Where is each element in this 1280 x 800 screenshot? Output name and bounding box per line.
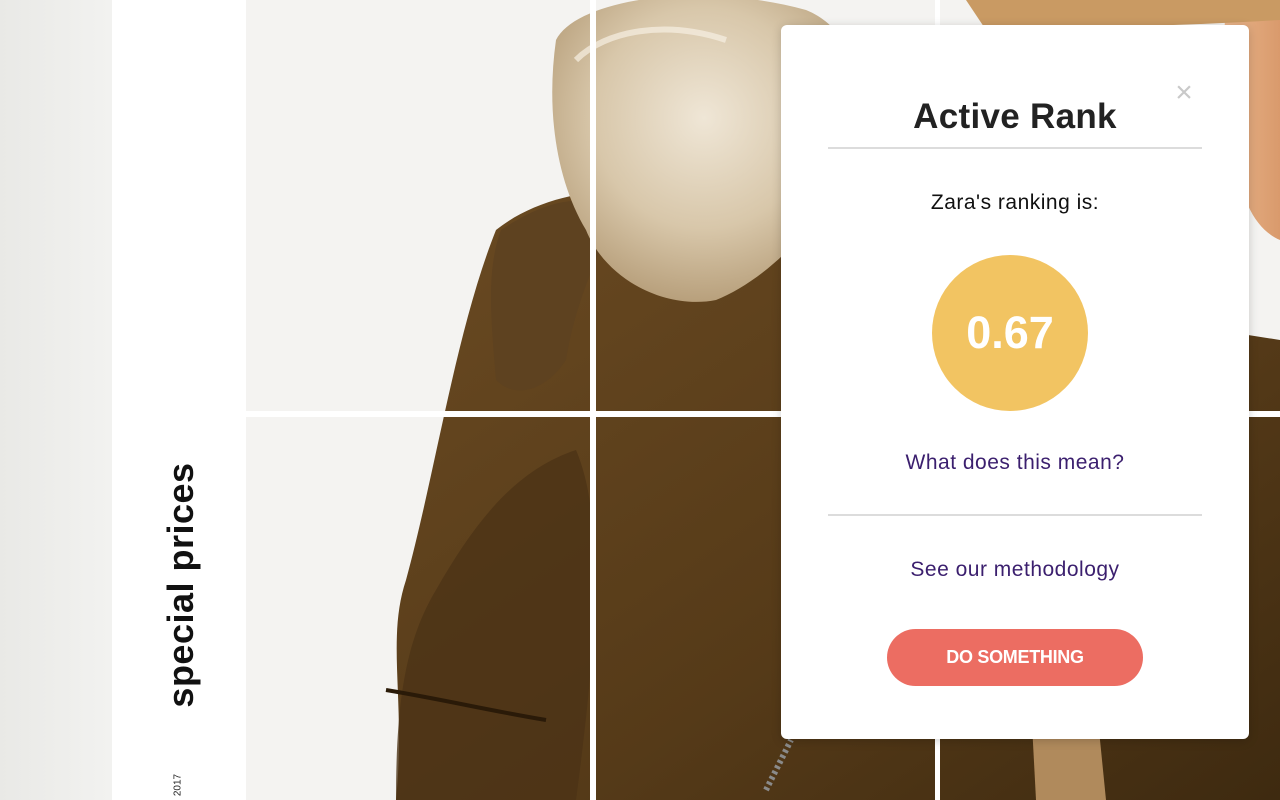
score-badge: 0.67 bbox=[932, 255, 1088, 411]
screen: special prices 2017 Active Rank × Zara's… bbox=[0, 0, 1280, 800]
close-icon[interactable]: × bbox=[1169, 78, 1199, 108]
side-banner-text: special prices bbox=[160, 462, 201, 708]
active-rank-popup: Active Rank × Zara's ranking is: 0.67 Wh… bbox=[781, 25, 1249, 739]
what-does-this-mean-link[interactable]: What does this mean? bbox=[781, 451, 1249, 475]
do-something-button[interactable]: DO SOMETHING bbox=[887, 629, 1143, 686]
score-value: 0.67 bbox=[966, 307, 1054, 358]
divider bbox=[828, 514, 1202, 516]
ranking-label: Zara's ranking is: bbox=[930, 191, 1100, 214]
methodology-link[interactable]: See our methodology bbox=[781, 558, 1249, 582]
side-banner-year: 2017 bbox=[172, 773, 184, 797]
grid-line bbox=[590, 0, 596, 800]
left-background bbox=[0, 0, 112, 800]
divider bbox=[828, 147, 1202, 149]
